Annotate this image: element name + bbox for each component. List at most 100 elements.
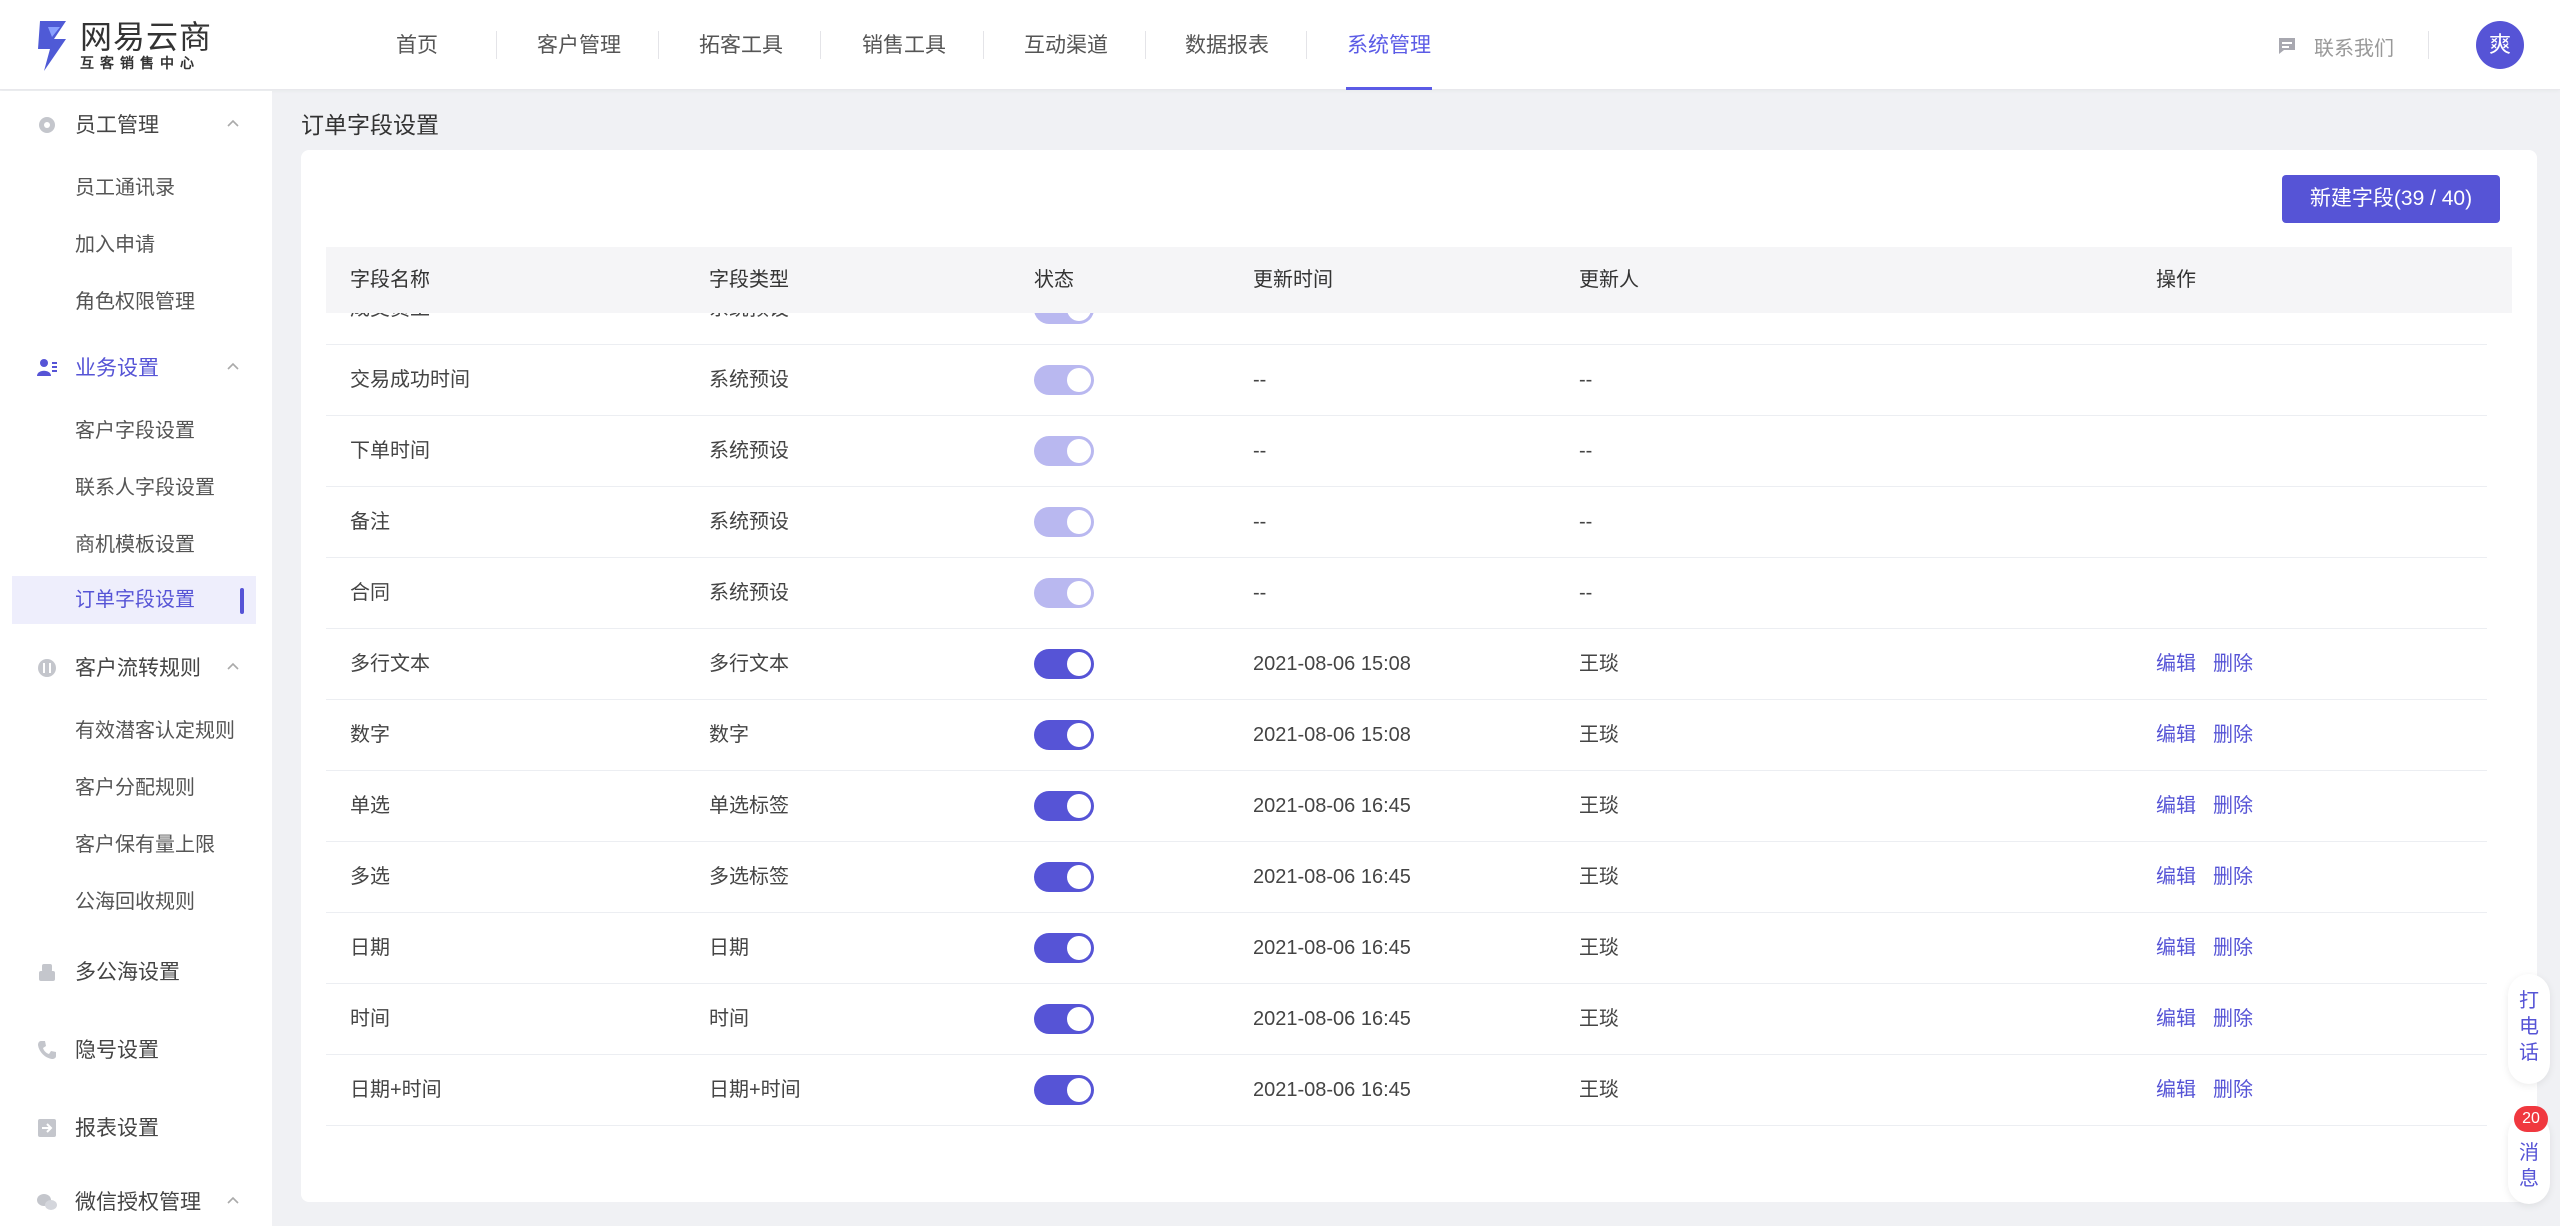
sidebar-item-customer-fields[interactable]: 客户字段设置 [12,407,256,455]
sidebar-group-customer-flow[interactable]: 客户流转规则 [0,647,272,687]
table-row: 数字 数字 2021-08-06 15:08 王琰 编辑 删除 [326,700,2487,771]
sidebar-item-assignment-rules[interactable]: 客户分配规则 [12,764,256,812]
updated-time-cell: 2021-08-06 15:08 [1253,724,1411,746]
field-type-cell: 时间 [709,1008,749,1030]
field-name-cell: 合同 [350,582,390,604]
field-name-cell: 数字 [350,724,390,746]
call-label: 打电话 [2519,990,2539,1064]
delete-link[interactable]: 删除 [2213,984,2253,1055]
edit-link[interactable]: 编辑 [2156,1055,2196,1126]
delete-link[interactable]: 删除 [2213,700,2253,771]
status-toggle[interactable] [1034,1004,1094,1034]
edit-link[interactable]: 编辑 [2156,842,2196,913]
status-toggle[interactable] [1034,649,1094,679]
status-toggle [1034,578,1094,608]
message-count-badge: 20 [2514,1106,2548,1132]
chevron-up-icon [227,362,239,370]
table-row: 成交员工 系统预设 -- -- [326,313,2487,345]
nav-customer-management[interactable]: 客户管理 [536,0,622,90]
status-toggle[interactable] [1034,1075,1094,1105]
status-toggle[interactable] [1034,791,1094,821]
sidebar-item-holding-limit[interactable]: 客户保有量上限 [12,821,256,869]
nav-divider [983,31,984,59]
chevron-up-icon [227,119,239,127]
table-row: 下单时间 系统预设 -- -- [326,416,2487,487]
sidebar-group-multi-pool[interactable]: 多公海设置 [0,951,272,991]
table-row: 交易成功时间 系统预设 -- -- [326,345,2487,416]
field-name-cell: 备注 [350,511,390,533]
nav-data-reports[interactable]: 数据报表 [1184,0,1270,90]
field-type-cell: 多选标签 [709,866,789,888]
sidebar-group-staff[interactable]: 员工管理 [0,104,272,144]
new-field-button[interactable]: 新建字段(39 / 40) [2282,175,2500,223]
field-name-cell: 多行文本 [350,653,430,675]
sidebar-item-join-requests[interactable]: 加入申请 [12,221,256,269]
sidebar-item-order-fields[interactable]: 订单字段设置 [12,576,256,624]
updated-time-cell: 2021-08-06 16:45 [1253,1008,1411,1030]
contact-us-link[interactable]: 联系我们 [2276,30,2394,62]
column-header-field-name: 字段名称 [350,269,430,291]
updated-time-cell: -- [1253,313,1266,345]
status-toggle[interactable] [1034,720,1094,750]
table-row: 合同 系统预设 -- -- [326,558,2487,629]
sidebar-item-pool-recycle-rules[interactable]: 公海回收规则 [12,878,256,926]
field-type-cell: 日期+时间 [709,1079,801,1101]
edit-link[interactable]: 编辑 [2156,771,2196,842]
nav-sales-tools[interactable]: 销售工具 [861,0,947,90]
avatar[interactable]: 爽 [2476,21,2524,69]
sidebar-group-hidden-number[interactable]: 隐号设置 [0,1029,272,1069]
updater-cell: -- [1579,369,1593,391]
sidebar-group-report[interactable]: 报表设置 [0,1107,272,1147]
status-toggle[interactable] [1034,933,1094,963]
status-toggle [1034,365,1094,395]
nav-interaction-channels[interactable]: 互动渠道 [1023,0,1109,90]
delete-link[interactable]: 删除 [2213,1055,2253,1126]
field-type-cell: 系统预设 [709,369,789,391]
nav-system-management[interactable]: 系统管理 [1346,0,1432,90]
updater-cell: -- [1579,440,1593,462]
updater-cell: 王琰 [1579,1079,1619,1101]
sidebar-group-business[interactable]: 业务设置 [0,347,272,387]
sidebar-item-contact-fields[interactable]: 联系人字段设置 [12,464,256,512]
column-header-actions: 操作 [2156,269,2196,291]
updater-cell: -- [1579,582,1593,604]
wechat-icon [37,1194,57,1210]
nav-divider [658,31,659,59]
edit-link[interactable]: 编辑 [2156,984,2196,1055]
table-row: 时间 时间 2021-08-06 16:45 王琰 编辑 删除 [326,984,2487,1055]
logo-icon [38,21,66,71]
nav-home[interactable]: 首页 [395,0,439,90]
updater-cell: 王琰 [1579,795,1619,817]
updater-cell: -- [1579,511,1593,533]
table-row: 日期 日期 2021-08-06 16:45 王琰 编辑 删除 [326,913,2487,984]
field-type-cell: 系统预设 [709,582,789,604]
sidebar-group-label: 客户流转规则 [75,657,201,680]
edit-link[interactable]: 编辑 [2156,913,2196,984]
sidebar-group-label: 多公海设置 [75,961,180,984]
delete-link[interactable]: 删除 [2213,842,2253,913]
delete-link[interactable]: 删除 [2213,913,2253,984]
sidebar-group-wechat[interactable]: 微信授权管理 [0,1181,272,1221]
updated-time-cell: 2021-08-06 16:45 [1253,866,1411,888]
table-row: 多选 多选标签 2021-08-06 16:45 王琰 编辑 删除 [326,842,2487,913]
logo-subtitle: 互客销售中心 [80,55,200,71]
field-name-cell: 日期 [350,937,390,959]
nav-prospecting-tools[interactable]: 拓客工具 [698,0,784,90]
call-button[interactable]: 打电话 [2508,974,2550,1084]
updater-cell: 王琰 [1579,937,1619,959]
status-toggle [1034,436,1094,466]
field-name-cell: 日期+时间 [350,1079,442,1101]
order-fields-card: 新建字段(39 / 40) 字段名称 字段类型 状态 更新时间 更新人 操作 成… [301,150,2537,1202]
chat-icon [2279,38,2295,54]
status-toggle[interactable] [1034,862,1094,892]
sidebar-item-lead-rules[interactable]: 有效潜客认定规则 [12,707,256,755]
logo[interactable]: 网易云商 互客销售中心 [34,18,212,74]
sidebar-item-opportunity-templates[interactable]: 商机模板设置 [12,521,256,569]
sidebar-item-role-permissions[interactable]: 角色权限管理 [12,278,256,326]
edit-link[interactable]: 编辑 [2156,629,2196,700]
delete-link[interactable]: 删除 [2213,629,2253,700]
delete-link[interactable]: 删除 [2213,771,2253,842]
edit-link[interactable]: 编辑 [2156,700,2196,771]
sidebar-item-staff-directory[interactable]: 员工通讯录 [12,164,256,212]
updated-time-cell: -- [1253,582,1267,604]
